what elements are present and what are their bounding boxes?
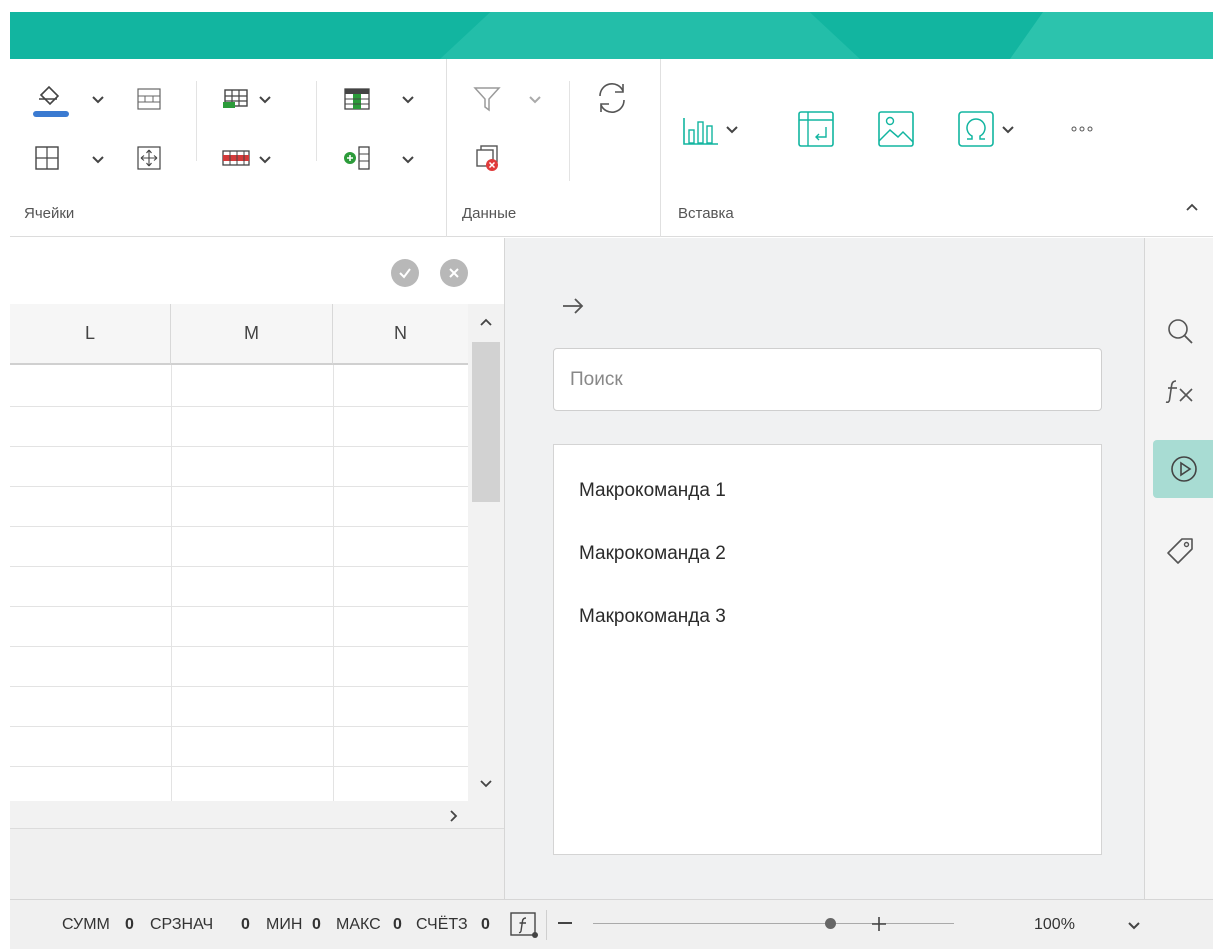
search-icon[interactable]: [1151, 302, 1209, 360]
macro-search-input[interactable]: [553, 348, 1102, 411]
confirm-formula-icon[interactable]: [391, 259, 419, 287]
vertical-scrollbar-thumb[interactable]: [472, 342, 500, 502]
status-bar: СУММ 0 СРЗНАЧ 0 МИН 0 МАКС 0 СЧЁТЗ 0 100…: [10, 899, 1213, 949]
chart-dropdown-icon[interactable]: [724, 122, 740, 138]
status-max-value: 0: [393, 916, 402, 933]
symbol-icon[interactable]: [954, 107, 998, 151]
chart-icon[interactable]: [680, 109, 722, 151]
zoom-dropdown-icon[interactable]: [1126, 918, 1142, 934]
insert-cells-dropdown-icon[interactable]: [257, 92, 273, 108]
status-min-value: 0: [312, 916, 321, 933]
formula-mode-icon[interactable]: [509, 910, 539, 940]
fill-color-dropdown-icon[interactable]: [90, 92, 106, 108]
ribbon: Ячейки Данные Вставка: [10, 59, 1213, 237]
scroll-up-icon[interactable]: [478, 314, 494, 330]
merge-cells-icon[interactable]: [134, 85, 164, 113]
tag-icon[interactable]: [1151, 522, 1209, 580]
status-sum-value: 0: [125, 916, 134, 933]
pivot-table-icon[interactable]: [794, 107, 838, 151]
horizontal-scrollbar[interactable]: [10, 801, 504, 829]
macro-item-2[interactable]: Макрокоманда 2: [579, 543, 726, 565]
macro-item-3[interactable]: Макрокоманда 3: [579, 606, 726, 628]
ribbon-group-insert-label: Вставка: [678, 205, 734, 222]
status-count-value: 0: [481, 916, 490, 933]
filter-icon[interactable]: [468, 81, 506, 117]
zoom-level: 100%: [1034, 916, 1075, 933]
fill-color-icon[interactable]: [30, 81, 72, 119]
right-sidebar: [1144, 238, 1213, 899]
move-cells-icon[interactable]: [134, 144, 164, 172]
macro-panel: Макрокоманда 1 Макрокоманда 2 Макрокоман…: [504, 238, 1144, 899]
remove-filter-icon[interactable]: [470, 141, 504, 175]
delete-cells-icon[interactable]: [218, 145, 254, 173]
symbol-dropdown-icon[interactable]: [1000, 122, 1016, 138]
collapse-ribbon-icon[interactable]: [1184, 199, 1200, 215]
column-header-m[interactable]: M: [171, 304, 333, 365]
insert-cells-icon[interactable]: [218, 85, 254, 113]
zoom-out-button[interactable]: [558, 922, 572, 924]
formula-bar: [10, 238, 504, 304]
scroll-down-icon[interactable]: [478, 776, 494, 792]
zoom-slider-thumb[interactable]: [825, 918, 836, 929]
borders-dropdown-icon[interactable]: [90, 152, 106, 168]
borders-icon[interactable]: [32, 143, 62, 173]
delete-cells-dropdown-icon[interactable]: [257, 152, 273, 168]
ribbon-group-cells-label: Ячейки: [24, 205, 75, 222]
insert-column-dropdown-icon[interactable]: [400, 152, 416, 168]
more-icon[interactable]: [1064, 119, 1100, 139]
macro-list: Макрокоманда 1 Макрокоманда 2 Макрокоман…: [553, 444, 1102, 855]
filter-dropdown-icon[interactable]: [527, 92, 543, 108]
status-count-label: СЧЁТЗ: [416, 916, 468, 933]
column-header-l[interactable]: L: [10, 304, 171, 365]
zoom-in-button[interactable]: [872, 917, 886, 931]
close-panel-arrow-icon[interactable]: [561, 296, 587, 318]
table-format-dropdown-icon[interactable]: [400, 92, 416, 108]
table-format-icon[interactable]: [340, 85, 374, 113]
refresh-icon[interactable]: [588, 77, 636, 119]
status-min-label: МИН: [266, 916, 303, 933]
scroll-right-icon[interactable]: [446, 808, 462, 824]
cancel-formula-icon[interactable]: [440, 259, 468, 287]
zoom-slider-track-right: [836, 923, 954, 924]
title-bar: [10, 12, 1213, 59]
macro-item-1[interactable]: Макрокоманда 1: [579, 480, 726, 502]
sheet-tabs-area: [10, 829, 504, 899]
zoom-slider-track[interactable]: [593, 923, 825, 924]
status-sum-label: СУММ: [62, 916, 110, 933]
function-icon[interactable]: [1151, 362, 1209, 420]
macro-play-icon[interactable]: [1153, 440, 1213, 498]
insert-column-icon[interactable]: [340, 143, 374, 173]
column-header-n[interactable]: N: [333, 304, 468, 365]
status-max-label: МАКС: [336, 916, 381, 933]
image-icon[interactable]: [874, 107, 918, 151]
ribbon-group-data-label: Данные: [462, 205, 517, 222]
status-avg-label: СРЗНАЧ: [150, 916, 214, 933]
status-avg-value: 0: [241, 916, 250, 933]
spreadsheet-grid[interactable]: L M N: [10, 304, 504, 829]
